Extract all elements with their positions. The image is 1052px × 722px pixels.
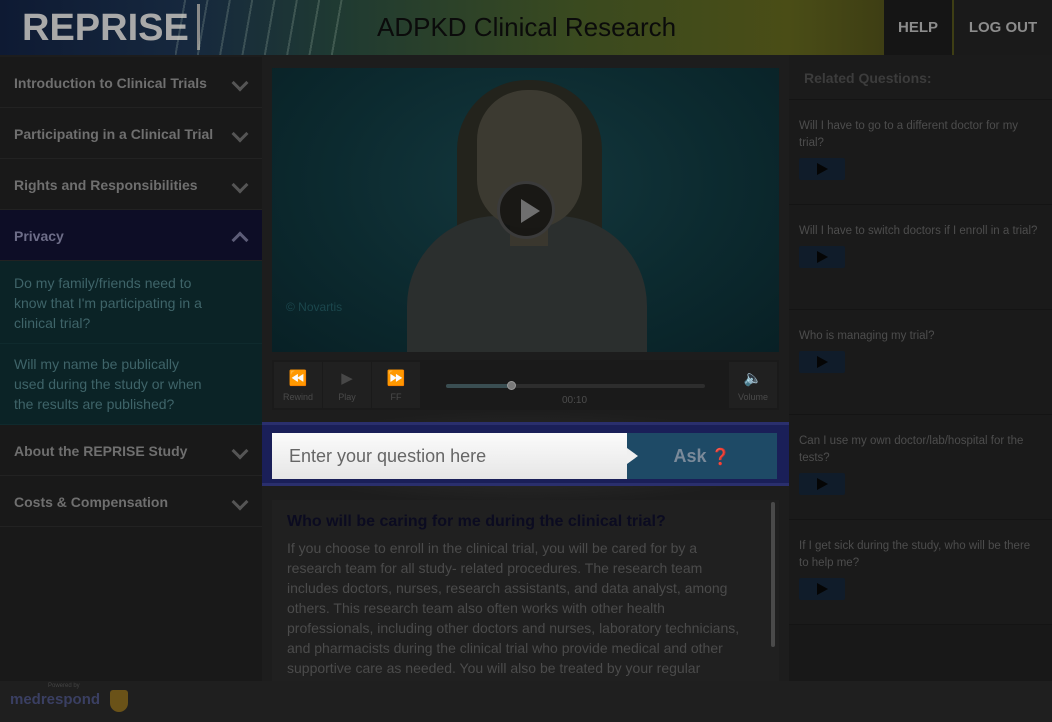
related-question-item: Who is managing my trial? [789,310,1052,415]
play-question-button[interactable] [799,473,845,495]
ask-button-label: Ask [673,446,707,466]
sidebar-item-label: Costs & Compensation [14,494,169,510]
video-player[interactable]: © Novartis [272,68,779,352]
fast-forward-button[interactable]: ⏩ FF [372,362,420,408]
volume-label: Volume [737,392,769,402]
powered-by-label: Powered by [48,683,80,689]
video-progress-handle[interactable] [506,381,516,390]
chevron-down-icon [231,442,249,460]
related-questions-header: Related Questions: [789,55,1052,100]
rewind-button[interactable]: ⏪ Rewind [274,362,322,408]
ff-label: FF [390,392,402,402]
sidebar-item-label: Privacy [14,228,64,244]
sidebar-item-label: Rights and Responsibilities [14,177,198,193]
rewind-icon: ⏪ [288,370,308,387]
medrespond-logo[interactable]: Powered by medrespond [10,683,101,708]
footer: Powered by medrespond [0,681,1052,722]
sidebar-item-about-study[interactable]: About the REPRISE Study [0,425,262,476]
fast-forward-icon: ⏩ [386,370,406,387]
related-question-text[interactable]: Who is managing my trial? [799,328,1042,345]
related-question-text[interactable]: Can I use my own doctor/lab/hospital for… [799,433,1042,467]
answer-scrollbar[interactable] [771,502,775,647]
video-progress-fill [446,384,511,388]
sidebar-item-introduction[interactable]: Introduction to Clinical Trials [0,57,262,108]
sidebar-item-label: Participating in a Clinical Trial [14,126,214,142]
answer-body: If you choose to enroll in the clinical … [287,540,740,681]
related-questions-panel: Related Questions: Will I have to go to … [789,55,1052,682]
page-title: ADPKD Clinical Research [377,12,677,42]
reprise-logo: REPRISE [14,4,200,50]
question-input[interactable] [272,433,627,479]
privacy-question-name-used[interactable]: Will my name be publically used during t… [0,344,262,425]
play-overlay-icon[interactable] [497,181,555,239]
related-question-text[interactable]: Will I have to switch doctors if I enrol… [799,223,1042,240]
play-button[interactable]: ▶ Play [323,362,371,408]
chevron-down-icon [231,493,249,511]
chevron-up-icon [231,231,249,249]
sidebar-item-label: About the REPRISE Study [14,443,188,459]
privacy-question-family[interactable]: Do my family/friends need to know that I… [0,261,262,344]
sidebar-item-costs[interactable]: Costs & Compensation [0,476,262,527]
topic-sidebar: Introduction to Clinical Trials Particip… [0,57,262,681]
related-question-item: Can I use my own doctor/lab/hospital for… [789,415,1052,520]
related-question-text[interactable]: If I get sick during the study, who will… [799,538,1042,572]
video-watermark: © Novartis [286,300,343,314]
chevron-down-icon [231,176,249,194]
volume-button[interactable]: 🔈 Volume [729,362,777,408]
related-question-item: If I get sick during the study, who will… [789,520,1052,625]
help-button[interactable]: HELP [884,0,952,55]
related-question-item: Will I have to switch doctors if I enrol… [789,205,1052,310]
logout-button[interactable]: LOG OUT [954,0,1052,55]
sidebar-item-privacy[interactable]: Privacy [0,210,262,261]
video-controls: ⏪ Rewind ▶ Play ⏩ FF 00:10 🔈 Volume [272,360,779,410]
medrespond-brand: medrespond [10,691,101,708]
volume-icon: 🔈 [743,370,763,387]
play-question-button[interactable] [799,158,845,180]
ask-button[interactable]: Ask ❓ [627,433,777,479]
play-question-button[interactable] [799,351,845,373]
play-icon: ▶ [341,370,353,387]
video-time: 00:10 [562,395,588,406]
related-question-item: Will I have to go to a different doctor … [789,100,1052,205]
app-header: REPRISE ADPKD Clinical Research HELP LOG… [0,0,1052,55]
raised-hands-graphic [175,0,350,55]
play-question-button[interactable] [799,578,845,600]
chevron-down-icon [231,74,249,92]
rewind-label: Rewind [282,392,313,402]
answer-panel: Who will be caring for me during the cli… [272,500,779,681]
related-question-text[interactable]: Will I have to go to a different doctor … [799,118,1042,152]
chevron-down-icon [231,125,249,143]
play-label: Play [338,392,356,402]
medrespond-bubble-icon [110,690,128,712]
video-progress-track[interactable] [446,381,705,390]
play-question-button[interactable] [799,246,845,268]
question-bubble-icon: ❓ [710,449,731,466]
answer-title: Who will be caring for me during the cli… [287,513,666,530]
ask-question-bar: Ask❓ [262,422,789,486]
sidebar-item-rights[interactable]: Rights and Responsibilities [0,159,262,210]
sidebar-item-participating[interactable]: Participating in a Clinical Trial [0,108,262,159]
sidebar-item-label: Introduction to Clinical Trials [14,75,207,91]
